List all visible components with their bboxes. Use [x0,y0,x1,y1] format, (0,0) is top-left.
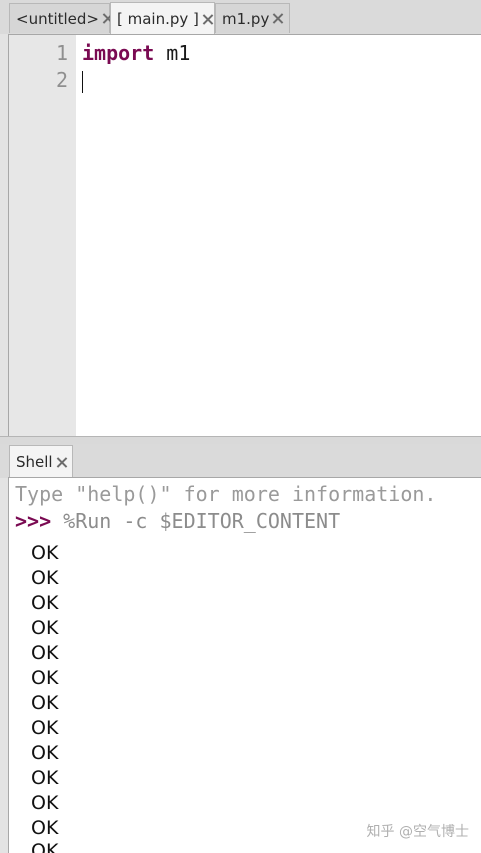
output-line: OK [31,667,59,689]
output-line: OK [31,767,59,789]
output-line: OK [31,717,59,739]
output-line: OK [31,692,59,714]
output-line: OK [31,642,59,664]
code-keyword: import [82,41,155,65]
close-icon[interactable] [102,13,103,24]
close-icon[interactable] [202,14,208,25]
text-caret [82,71,83,93]
tab-untitled[interactable]: <untitled> [9,3,110,33]
close-icon[interactable] [272,13,283,24]
output-line: OK [31,840,59,853]
watermark: 知乎 @空气博士 [366,824,469,840]
tab-main-py[interactable]: [ main.py ] [110,2,215,35]
shell-tab-bar: Shell [0,444,481,478]
tab-m1-py[interactable]: m1.py [215,3,290,33]
line-number-gutter: 1 2 [9,35,76,436]
line-number: 1 [55,41,68,65]
code-editor[interactable]: 1 2 import m1 [8,34,481,436]
code-line[interactable]: import m1 [82,41,190,65]
output-line: OK [31,592,59,614]
tab-label: m1.py [222,9,270,28]
line-number: 2 [55,68,68,92]
shell-intro-text: Type "help()" for more information. [15,482,437,506]
editor-tab-bar: <untitled> [ main.py ] m1.py [0,0,481,35]
shell-console[interactable]: Type "help()" for more information. >>> … [8,477,481,853]
output-line: OK [31,542,59,564]
output-line: OK [31,742,59,764]
tab-label: Shell [16,453,53,471]
tab-label: <untitled> [16,9,99,28]
close-icon[interactable] [56,457,66,468]
shell-prompt: >>> [15,509,52,533]
tab-shell[interactable]: Shell [9,445,73,478]
code-text: m1 [154,41,191,65]
output-line: OK [31,567,59,589]
output-line: OK [31,792,59,814]
shell-command: %Run -c $EDITOR_CONTENT [51,509,341,533]
output-line: OK [31,817,59,839]
tab-label: [ main.py ] [117,10,199,28]
shell-prompt-line: >>> %Run -c $EDITOR_CONTENT [15,509,340,533]
pane-splitter[interactable] [0,436,481,444]
output-line: OK [31,617,59,639]
